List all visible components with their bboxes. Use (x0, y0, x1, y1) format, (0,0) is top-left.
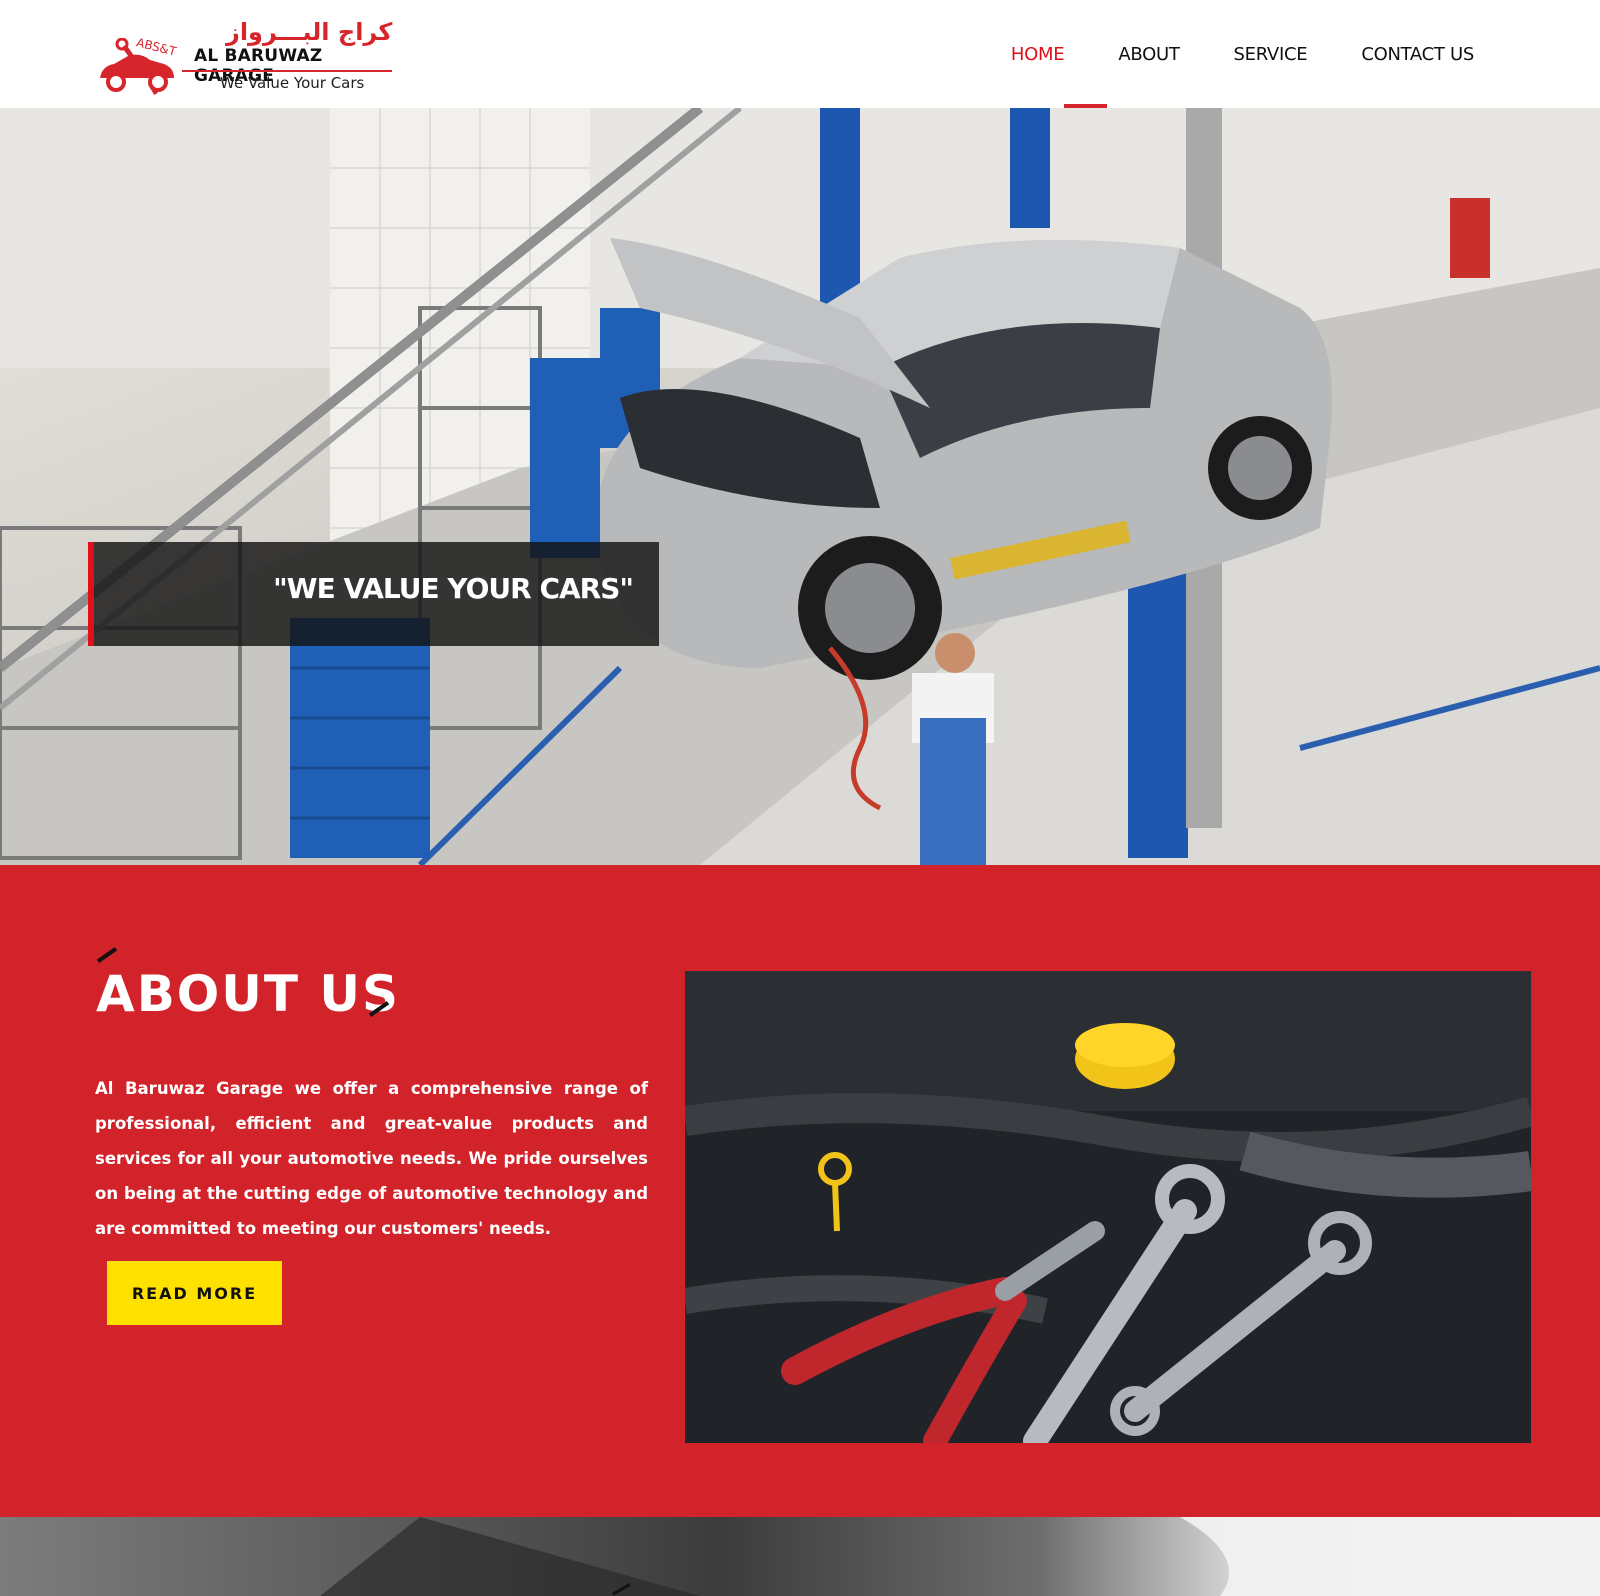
logo-divider (182, 70, 392, 72)
next-section-banner (0, 1517, 1600, 1596)
hero-caption: "WE VALUE YOUR CARS" (88, 542, 659, 646)
next-section-image (320, 1517, 1600, 1596)
logo-arabic-name: كراج البـــرواز (226, 18, 393, 46)
hero-caption-text: "WE VALUE YOUR CARS" (273, 572, 634, 605)
about-title: ABOUT US (96, 965, 401, 1023)
brand-logo[interactable]: ABS&T كراج البـــرواز AL BARUWAZ GARAGE … (94, 18, 394, 96)
hero-slider: "WE VALUE YOUR CARS" (0, 108, 1600, 865)
logo-tagline: We Value Your Cars (220, 74, 365, 92)
read-more-button[interactable]: READ MORE (107, 1261, 282, 1325)
hero-garage-image (0, 108, 1600, 865)
engine-bay-illustration (685, 971, 1531, 1443)
main-nav: HOME ABOUT SERVICE CONTACT US (957, 44, 1474, 65)
about-description: Al Baruwaz Garage we offer a comprehensi… (95, 1079, 648, 1238)
about-engine-image (685, 971, 1531, 1443)
site-header: ABS&T كراج البـــرواز AL BARUWAZ GARAGE … (0, 0, 1600, 108)
nav-about[interactable]: ABOUT (1118, 44, 1179, 65)
nav-service[interactable]: SERVICE (1234, 44, 1308, 65)
about-section: ABOUT US Al Baruwaz Garage we offer a co… (0, 865, 1600, 1517)
nav-contact-us[interactable]: CONTACT US (1361, 44, 1474, 65)
title-accent-slash (96, 947, 118, 963)
nav-home[interactable]: HOME (1011, 44, 1065, 65)
